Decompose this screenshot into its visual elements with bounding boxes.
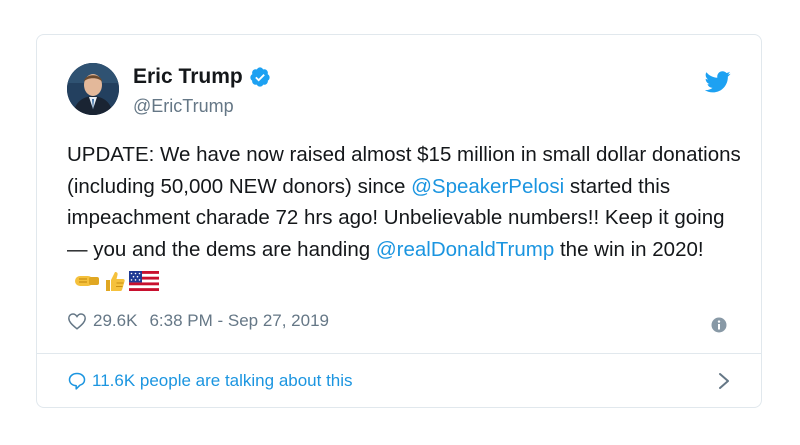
- verified-badge-icon: [250, 67, 270, 87]
- speech-bubble-icon: [68, 372, 86, 390]
- mention-link-realdonaldtrump[interactable]: @realDonaldTrump: [376, 238, 554, 261]
- heart-icon[interactable]: [67, 312, 87, 330]
- twitter-bird-icon[interactable]: [705, 71, 731, 93]
- us-flag-emoji: [129, 271, 159, 291]
- divider: [37, 353, 761, 354]
- tweet-card: Eric Trump @EricTrump UPDATE: We have no…: [36, 34, 762, 408]
- conversation-count-label: 11.6K people are talking about this: [92, 371, 353, 390]
- tweet-timestamp[interactable]: 6:38 PM - Sep 27, 2019: [149, 311, 329, 331]
- tweet-text: UPDATE: We have now raised almost $15 mi…: [67, 139, 747, 297]
- info-icon[interactable]: [711, 317, 727, 333]
- author-handle[interactable]: @EricTrump: [133, 95, 234, 117]
- tweet-meta: 29.6K 6:38 PM - Sep 27, 2019: [67, 311, 329, 331]
- conversation-link[interactable]: 11.6K people are talking about this: [67, 369, 731, 393]
- like-count[interactable]: 29.6K: [93, 311, 137, 331]
- left-facing-fist-emoji: [75, 276, 99, 286]
- chevron-right-icon: [719, 373, 729, 389]
- mention-link-speakerpelosi[interactable]: @SpeakerPelosi: [411, 175, 564, 198]
- avatar[interactable]: [67, 63, 119, 115]
- author-name-row: Eric Trump: [133, 65, 271, 89]
- author-name[interactable]: Eric Trump: [133, 65, 243, 89]
- emoji-group: [73, 269, 159, 293]
- thumbs-up-emoji: [106, 272, 125, 291]
- tweet-text-part: the win in 2020!: [554, 237, 704, 261]
